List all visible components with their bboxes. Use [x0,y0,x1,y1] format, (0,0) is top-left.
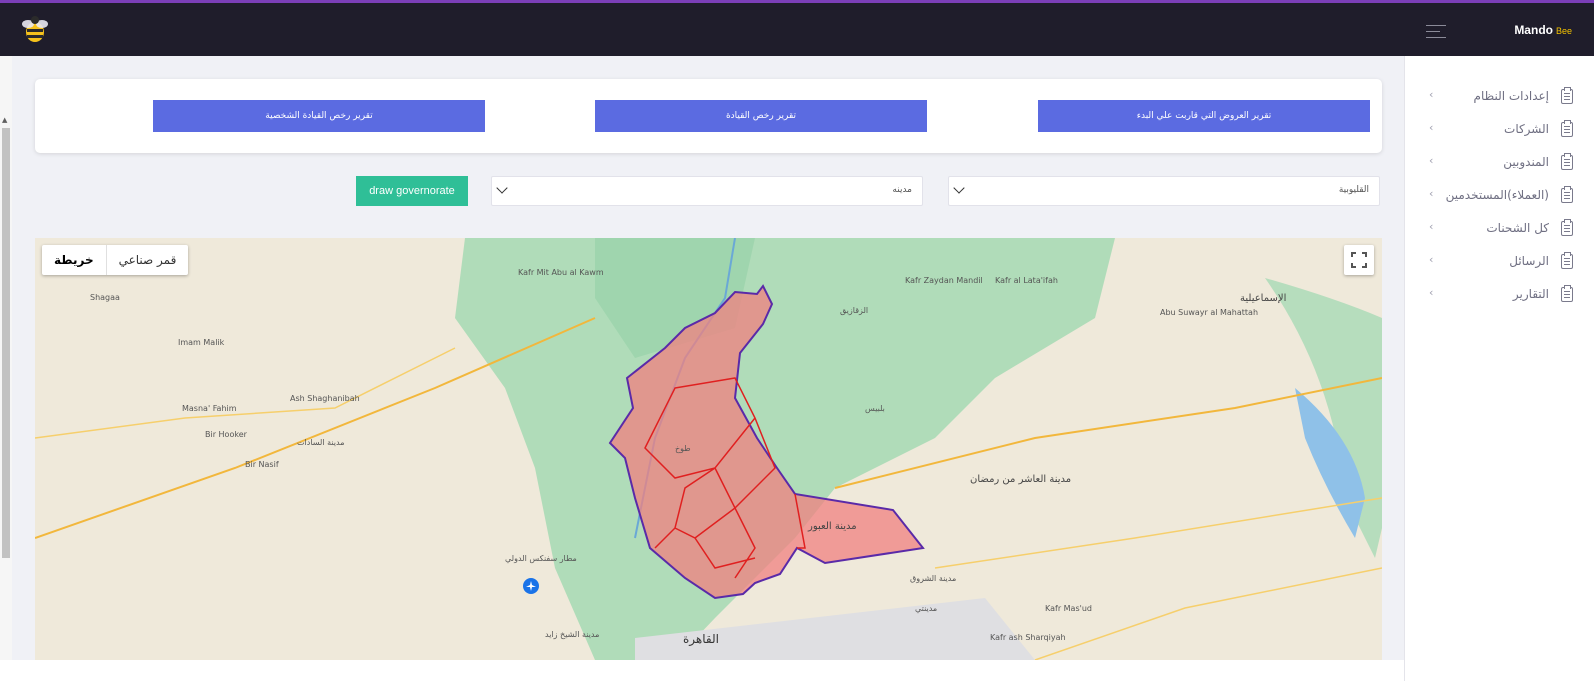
city-select-value: مدينه [892,185,912,195]
draw-governorate-button[interactable]: draw governorate [356,176,468,206]
map-label-zagazig: الزقازيق [840,306,869,315]
scroll-up-arrow-icon[interactable]: ▲ [2,116,7,124]
clipboard-icon [1561,219,1573,236]
sidebar-item-shipments[interactable]: ‹ كل الشحنات [1405,215,1594,245]
top-navbar: Mando Bee [0,3,1594,56]
map-label-tukh: طوخ [675,444,691,453]
map-label-bir-hooker: Bir Hooker [205,430,247,439]
map-type-satellite[interactable]: قمر صناعي [107,245,189,275]
map-label-imam-malik: Imam Malik [178,338,225,347]
brand-logo[interactable]: Mando Bee [1514,23,1572,37]
chevron-left-icon: ‹ [1429,88,1434,101]
map-type-control[interactable]: خريطة قمر صناعي [42,245,189,275]
brand-name: Mando [1514,23,1553,37]
sidebar-item-users[interactable]: ‹ (العملاء)المستخدمين [1405,182,1594,212]
map-view[interactable]: خريطة قمر صناعي الإسماعيلية مدينة العاشر… [35,238,1382,660]
offers-report-button[interactable]: تقرير العروض التي قاربت علي البدء [1038,100,1370,132]
map-label-kafr-ash: Kafr ash Sharqiyah [990,633,1066,642]
page-scrollbar[interactable]: ▲ ▼ [0,56,12,681]
map-label-abu-suwayr: Abu Suwayr al Mahattah [1160,308,1259,317]
chevron-left-icon: ‹ [1429,286,1434,299]
clipboard-icon [1561,153,1573,170]
map-label-ash-shaghanibah: Ash Shaghanibah [290,394,360,403]
map-label-cairo: القاهرة [683,632,719,646]
fullscreen-button[interactable] [1344,245,1374,275]
bee-icon[interactable] [18,13,52,47]
chevron-left-icon: ‹ [1429,154,1434,167]
map-label-masna-fahim: Masna' Fahim [182,404,237,413]
sidebar-item-messages[interactable]: ‹ الرسائل [1405,248,1594,278]
governorate-select-value: القليوبية [1338,185,1369,195]
map-label-kafr-zaydan: Kafr Zaydan Mandil [905,276,983,285]
sidebar-item-label: الرسائل [1509,254,1549,268]
clipboard-icon [1561,120,1573,137]
chevron-left-icon: ‹ [1429,187,1434,200]
chevron-down-icon [953,182,965,194]
map-label-shorouk: مدينة الشروق [910,574,957,583]
map-label-new-cairo: مدينتي [915,604,938,613]
chevron-down-icon [496,182,508,194]
sidebar-item-label: كل الشحنات [1486,221,1549,235]
sidebar-item-system-settings[interactable]: ‹ إعدادات النظام [1405,83,1594,113]
map-label-kafr-masud: Kafr Mas'ud [1045,604,1092,613]
airport-icon [523,578,539,594]
reports-card: تقرير رخص القيادة الشخصية تقرير رخص القي… [35,79,1382,153]
map-label-shagaa: Shagaa [90,293,120,302]
governorate-select[interactable]: القليوبية [948,176,1380,206]
sidebar-item-companies[interactable]: ‹ الشركات [1405,116,1594,146]
menu-toggle-button[interactable] [1426,25,1446,39]
personal-license-report-button[interactable]: تقرير رخص القيادة الشخصية [153,100,485,132]
map-label-belbeis: بلبيس [865,404,885,413]
sidebar-item-reports[interactable]: ‹ التقارير [1405,281,1594,311]
page-footer [0,660,1404,681]
map-label-ismailia: الإسماعيلية [1240,293,1287,304]
scrollbar-thumb[interactable] [2,128,10,558]
sidebar-item-label: إعدادات النظام [1473,89,1549,103]
map-label-bir-nasif: Bir Nasif [245,460,279,469]
map-canvas [35,238,1382,660]
fullscreen-icon [1351,252,1367,268]
sidebar-item-label: (العملاء)المستخدمين [1445,188,1549,202]
clipboard-icon [1561,285,1573,302]
hamburger-icon-line [1426,31,1440,32]
map-label-tenth-ramadan: مدينة العاشر من رمضان [970,474,1072,485]
chevron-left-icon: ‹ [1429,220,1434,233]
hamburger-icon-line [1426,37,1446,38]
license-report-button[interactable]: تقرير رخص القيادة [595,100,927,132]
map-label-sphinx-airport: مطار سفنكس الدولي [505,554,577,563]
map-label-sadat: مدينة السادات [297,438,345,447]
chevron-left-icon: ‹ [1429,121,1434,134]
city-select[interactable]: مدينه [491,176,923,206]
map-type-map[interactable]: خريطة [42,245,107,275]
clipboard-icon [1561,252,1573,269]
clipboard-icon [1561,186,1573,203]
sidebar-item-label: التقارير [1512,287,1549,301]
chevron-left-icon: ‹ [1429,253,1434,266]
sidebar-item-label: المندوبين [1503,155,1549,169]
sidebar: ‹ إعدادات النظام ‹ الشركات ‹ المندوبين ‹… [1404,56,1594,681]
brand-accent: Bee [1555,26,1572,36]
hamburger-icon [1426,25,1446,26]
sidebar-item-delegates[interactable]: ‹ المندوبين [1405,149,1594,179]
map-label-kafr-al-lataifah: Kafr al Lata'ifah [995,276,1058,285]
map-label-sheikh-zayed: مدينة الشيخ زايد [545,630,600,639]
clipboard-icon [1561,87,1573,104]
map-label-kafr-mit-abu: Kafr Mit Abu al Kawm [518,268,604,277]
sidebar-item-label: الشركات [1504,122,1549,136]
map-label-obour: مدينة العبور [808,521,857,532]
